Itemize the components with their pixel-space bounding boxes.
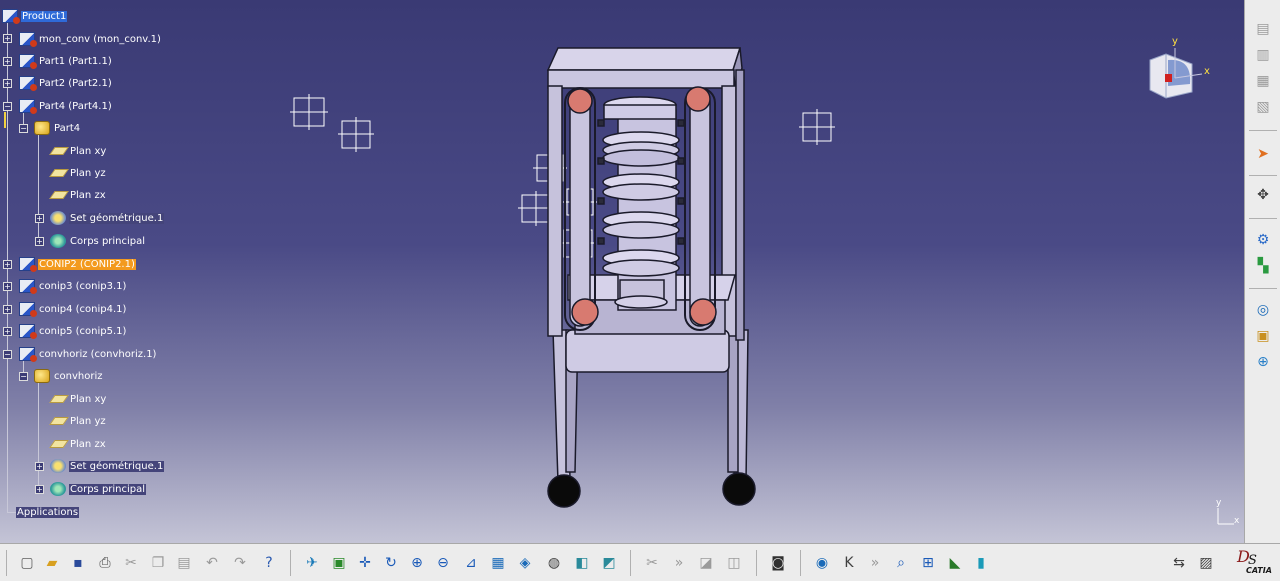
catia-logo-text: CATIA	[1246, 566, 1272, 575]
new-icon[interactable]: ▢	[16, 552, 38, 574]
search-icon[interactable]: ⌕	[890, 552, 912, 574]
zoom-out-icon[interactable]: ⊖	[432, 552, 454, 574]
zoom-in-icon[interactable]: ⊕	[406, 552, 428, 574]
product-structure-icon[interactable]: ▤	[1252, 18, 1274, 40]
multi-view-icon[interactable]: ▦	[487, 552, 509, 574]
swap-icon[interactable]: ⇆	[1168, 552, 1190, 574]
conveyor-3d-model[interactable]	[0, 0, 1244, 543]
paste-icon[interactable]: ▤	[173, 552, 195, 574]
pan-icon[interactable]: ✛	[354, 552, 376, 574]
help-icon[interactable]: ?	[258, 552, 280, 574]
copy-icon[interactable]: ❐	[147, 552, 169, 574]
compass-y-label: y	[1172, 36, 1178, 47]
measure-icon[interactable]: ⊕	[1252, 351, 1274, 373]
open-icon[interactable]: ▰	[41, 552, 63, 574]
camera-icon[interactable]: ◙	[767, 552, 789, 574]
bottom-toolbar: ▢ ▰ ▪ ⎙ ✂ ❐ ▤ ↶ ↷ ? ✈ ▣ ✛ ↻ ⊕ ⊖ ⊿ ▦ ◈ ◍ …	[0, 543, 1280, 581]
insert-part-icon[interactable]: ▧	[1252, 96, 1274, 118]
fit-all-icon[interactable]: ▣	[328, 552, 350, 574]
axis-indicator: y x	[1210, 498, 1240, 530]
shading-icon[interactable]: ◍	[543, 552, 565, 574]
3d-viewport[interactable]: Product1 + mon_conv (mon_conv.1) + Part1…	[0, 0, 1244, 543]
fly-mode-icon[interactable]: ✈	[301, 552, 323, 574]
first-icon[interactable]: K	[838, 552, 860, 574]
update-icon[interactable]: ◎	[1252, 299, 1274, 321]
target-icon[interactable]: ◉	[811, 552, 833, 574]
annotation-icon[interactable]: ▮	[970, 552, 992, 574]
hide-show-icon[interactable]: ◧	[571, 552, 593, 574]
iso-view-icon[interactable]: ◈	[514, 552, 536, 574]
grid-icon[interactable]: ⊞	[917, 552, 939, 574]
select-cursor-icon[interactable]: ➤	[1252, 143, 1274, 165]
insert-component-icon[interactable]: ▥	[1252, 44, 1274, 66]
fix-component-icon[interactable]: ▚	[1252, 255, 1274, 277]
rotate-icon[interactable]: ↻	[380, 552, 402, 574]
compass-x-label: x	[1204, 66, 1210, 77]
undo-icon[interactable]: ↶	[201, 552, 223, 574]
swap-visible-space-icon[interactable]: ◩	[598, 552, 620, 574]
forward-disabled-icon[interactable]: »	[668, 552, 690, 574]
constraint-icon[interactable]: ⚙	[1252, 229, 1274, 251]
next-icon[interactable]: »	[864, 552, 886, 574]
insert-product-icon[interactable]: ▦	[1252, 70, 1274, 92]
axis-y-label: y	[1216, 498, 1222, 508]
library-disabled-icon[interactable]: ◫	[723, 552, 745, 574]
scissors-disabled-icon[interactable]: ✂	[641, 552, 663, 574]
sketch-icon[interactable]: ◣	[944, 552, 966, 574]
manipulation-icon[interactable]: ✥	[1252, 184, 1274, 206]
cut-icon[interactable]: ✂	[120, 552, 142, 574]
compass[interactable]: y x	[1146, 36, 1216, 100]
axis-x-label: x	[1234, 516, 1240, 526]
redo-icon[interactable]: ↷	[229, 552, 251, 574]
tools-icon[interactable]: ▨	[1195, 552, 1217, 574]
print-icon[interactable]: ⎙	[94, 552, 116, 574]
save-icon[interactable]: ▪	[67, 552, 89, 574]
normal-view-icon[interactable]: ⊿	[460, 552, 482, 574]
analyze-icon[interactable]: ▣	[1252, 325, 1274, 347]
right-toolbar: ▤ ▥ ▦ ▧ ➤ ✥ ⚙ ▚ ◎ ▣ ⊕	[1244, 0, 1280, 543]
catia-logo: D S CATIA	[1233, 546, 1279, 580]
catalog-disabled-icon[interactable]: ◪	[695, 552, 717, 574]
